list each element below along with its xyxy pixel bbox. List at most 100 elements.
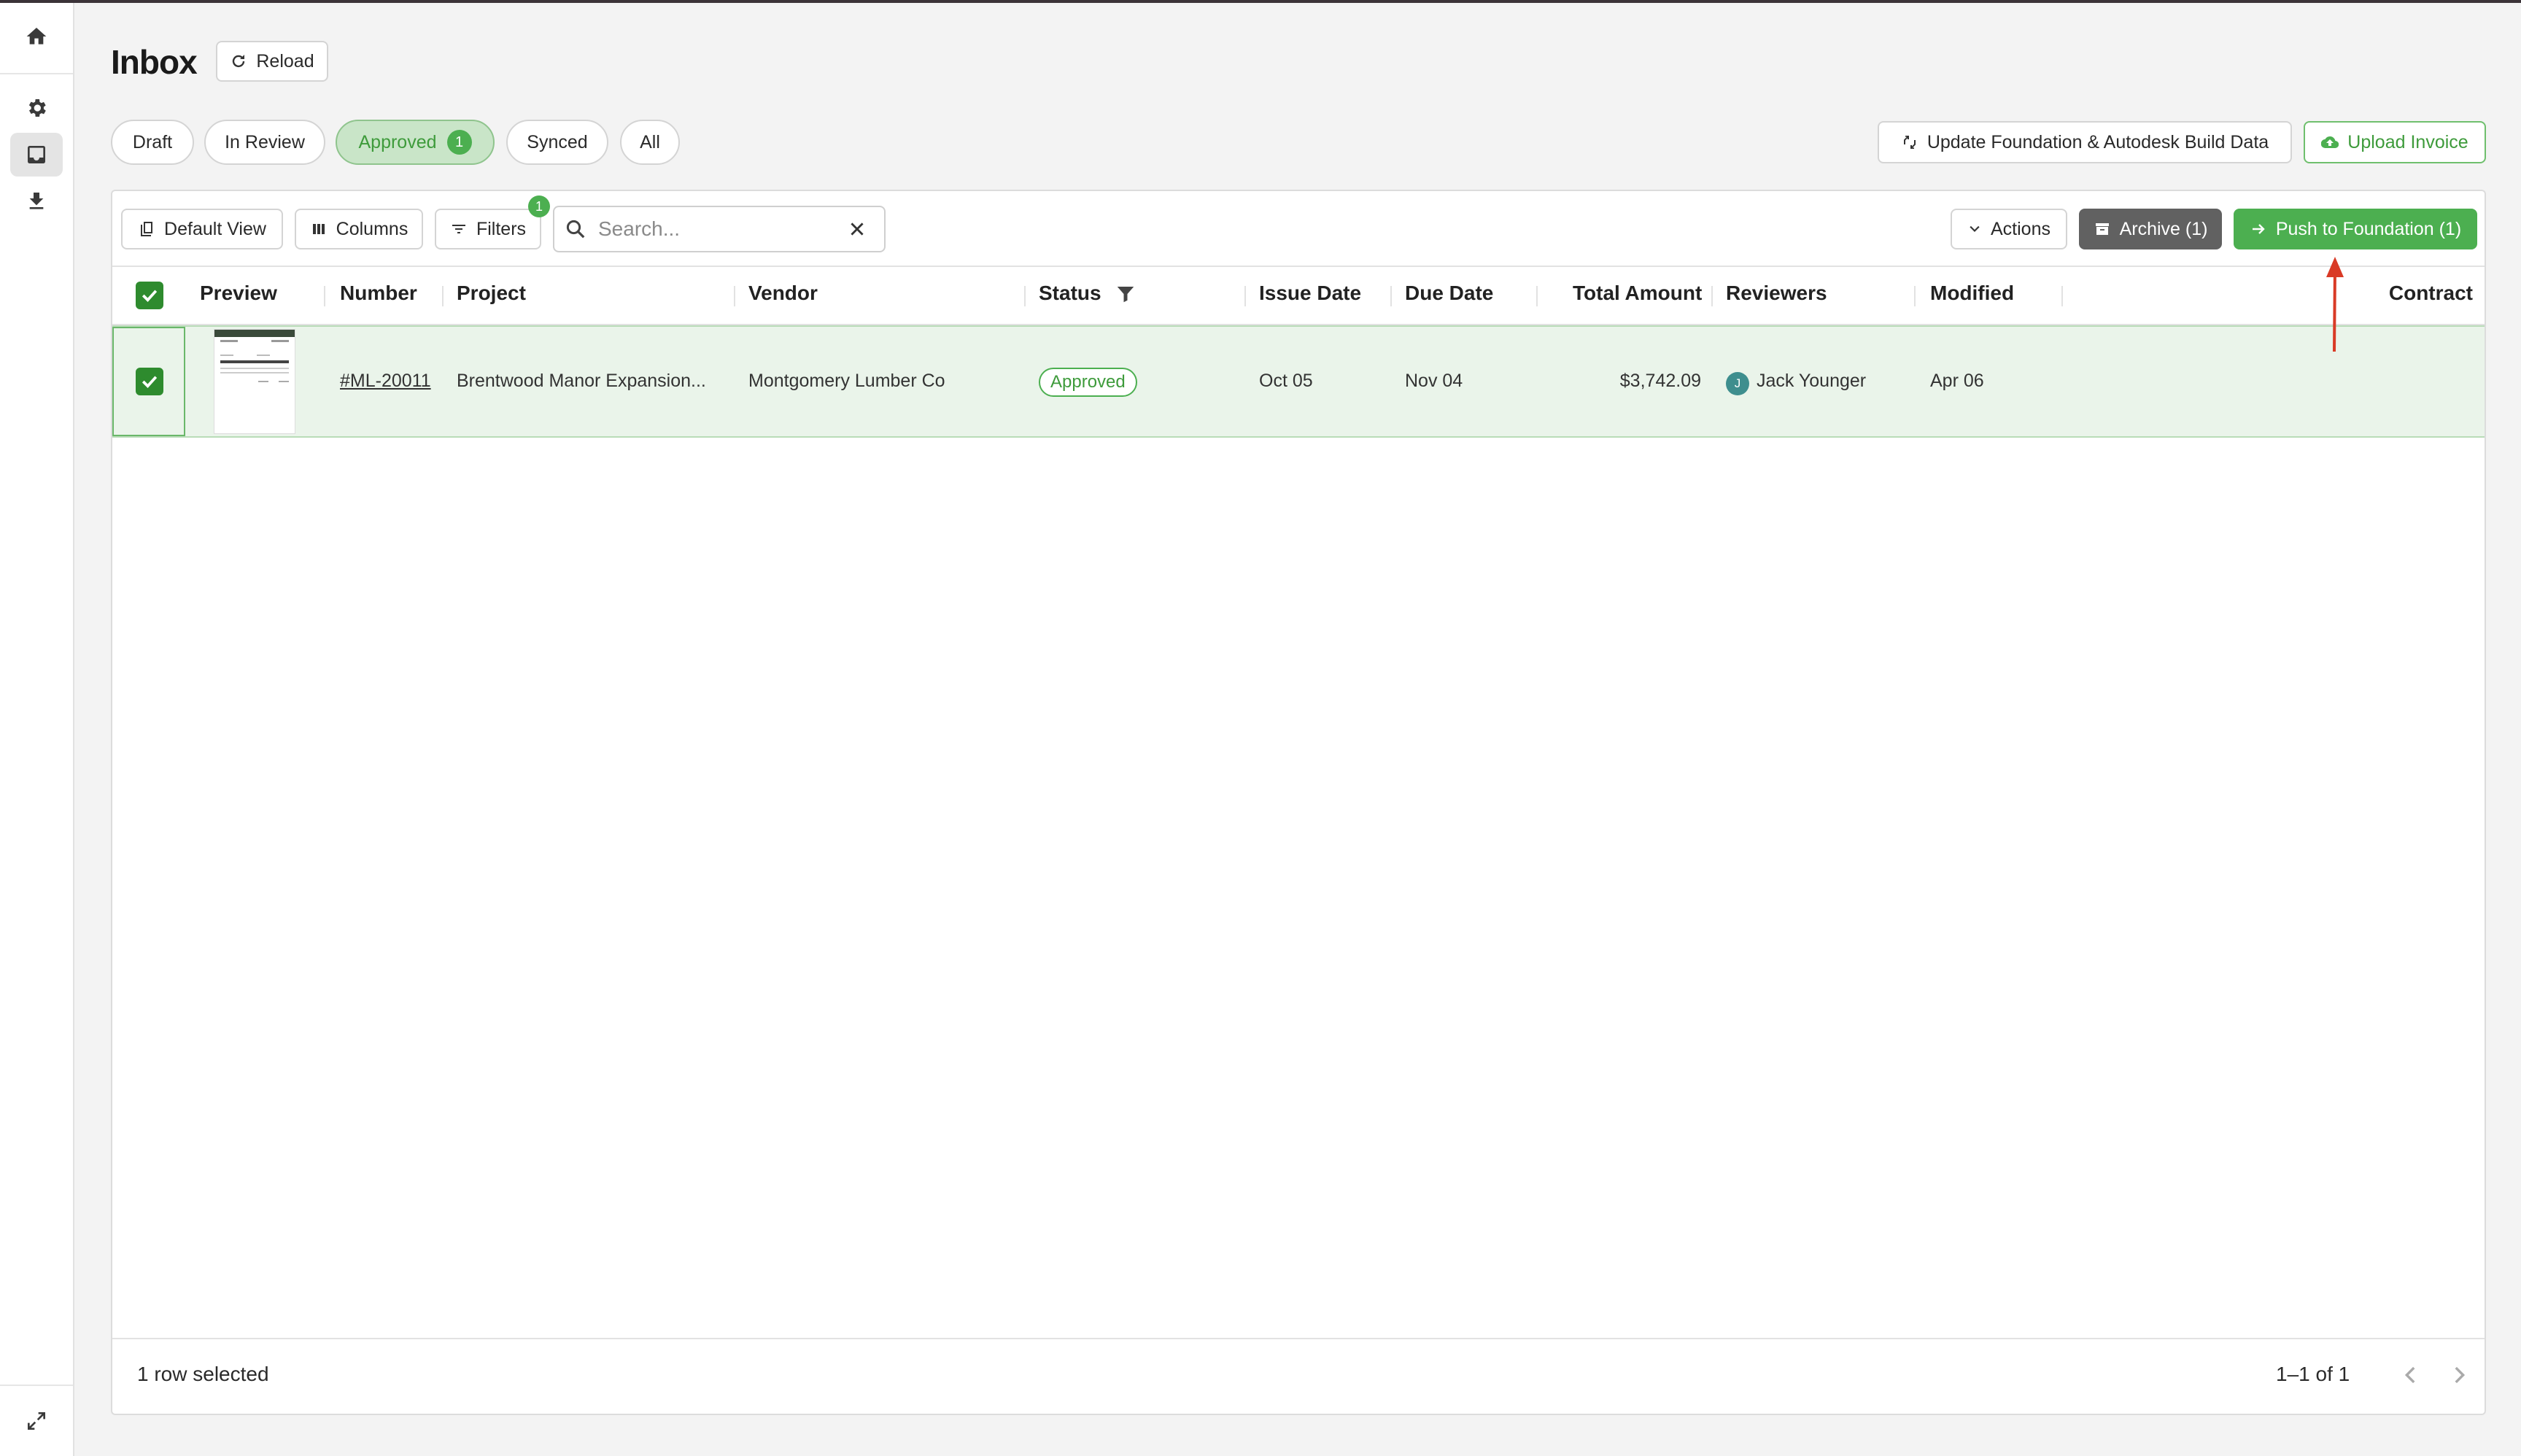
tab-in-review[interactable]: In Review [204,120,325,165]
column-separator [734,286,735,306]
due-date-cell: Nov 04 [1405,371,1463,391]
gear-icon [28,99,46,117]
column-header-preview[interactable]: Preview [200,282,277,305]
inbox-icon [28,146,45,163]
issue-date-cell: Oct 05 [1259,371,1313,391]
column-separator [1390,286,1392,306]
actions-button[interactable]: Actions [1951,209,2067,249]
archive-label: Archive (1) [2119,218,2208,239]
column-separator [1244,286,1246,306]
search-icon [566,220,585,239]
tab-draft-label: Draft [132,131,173,152]
column-header-reviewers[interactable]: Reviewers [1726,282,1827,305]
home-icon [26,28,47,44]
modified-cell: Apr 06 [1930,371,1984,391]
footer-divider [112,1338,2485,1339]
update-data-button[interactable]: Update Foundation & Autodesk Build Data [1878,121,2292,163]
check-icon [142,290,158,302]
filters-count-badge: 1 [528,195,550,217]
reload-label: Reload [256,50,314,71]
column-header-issue-date[interactable]: Issue Date [1259,282,1361,305]
view-icon [141,222,153,236]
total-amount-cell: $3,742.09 [1619,371,1701,391]
project-cell: Brentwood Manor Expansion... [457,371,706,391]
sidebar-divider [0,73,73,74]
archive-icon [2095,223,2109,235]
cloud-upload-icon [2321,136,2339,149]
arrow-right-icon [2252,224,2265,234]
check-icon [142,376,158,388]
column-header-number[interactable]: Number [340,282,417,305]
column-header-total-amount[interactable]: Total Amount [1573,282,1702,305]
status-filter-icon[interactable] [1115,283,1136,305]
invoice-number-link[interactable]: #ML-20011 [340,371,431,392]
update-data-label: Update Foundation & Autodesk Build Data [1926,131,2269,152]
row-checkbox[interactable] [136,368,163,395]
column-separator [324,286,325,306]
column-header-contract[interactable]: Contract [2353,282,2473,305]
document-thumbnail-icon [214,330,295,382]
pagination-info: 1–1 of 1 [2276,1363,2350,1385]
column-separator [1536,286,1538,306]
sidebar-item-settings[interactable] [10,86,63,130]
sync-data-icon [1903,136,1916,149]
search-input[interactable] [598,217,839,241]
upload-invoice-button[interactable]: Upload Invoice [2304,121,2486,163]
column-header-vendor[interactable]: Vendor [748,282,818,305]
upload-invoice-label: Upload Invoice [2347,131,2468,152]
tab-approved[interactable]: Approved 1 [336,120,495,165]
column-separator [1914,286,1916,306]
archive-button[interactable]: Archive (1) [2079,209,2222,249]
clear-search-icon[interactable] [848,220,867,239]
filters-button[interactable]: Filters [435,209,541,249]
selected-row-count: 1 row selected [137,1363,269,1385]
column-header-project[interactable]: Project [457,282,526,305]
expand-icon [28,1412,45,1430]
columns-button[interactable]: Columns [295,209,423,249]
tab-approved-label: Approved [358,131,437,152]
toolbar-divider [112,266,2485,267]
annotation-arrow-icon [2326,257,2344,352]
status-badge: Approved [1039,368,1137,397]
column-separator [1024,286,1026,306]
push-to-foundation-label: Push to Foundation (1) [2275,218,2462,239]
sidebar [0,3,74,1456]
columns-icon [312,224,325,234]
sidebar-item-inbox[interactable] [10,133,63,177]
tab-all[interactable]: All [620,120,680,165]
tab-approved-count: 1 [446,130,472,155]
default-view-button[interactable]: Default View [121,209,283,249]
column-separator [1711,286,1713,306]
columns-label: Columns [336,218,408,239]
default-view-label: Default View [164,218,266,239]
column-header-status[interactable]: Status [1039,282,1101,305]
sidebar-item-download[interactable] [10,179,63,223]
table-row[interactable]: #ML-20011 Brentwood Manor Expansion... M… [112,325,2485,438]
column-separator [442,286,444,306]
avatar: J [1726,372,1749,395]
column-header-modified[interactable]: Modified [1930,282,2014,305]
tab-in-review-label: In Review [225,131,305,152]
column-separator [2061,286,2063,306]
sidebar-item-home[interactable] [10,15,63,58]
tab-all-label: All [640,131,660,152]
invoice-preview-thumbnail[interactable] [214,330,295,433]
tab-synced-label: Synced [527,131,588,152]
tab-synced[interactable]: Synced [506,120,608,165]
column-header-due-date[interactable]: Due Date [1405,282,1493,305]
chevron-right-icon[interactable] [2447,1363,2471,1387]
select-all-checkbox[interactable] [136,282,163,309]
sidebar-expand-button[interactable] [10,1399,63,1443]
reviewer-name: Jack Younger [1757,371,1867,391]
reload-button[interactable]: Reload [216,41,328,82]
invoice-grid: Default View Columns Filters 1 Actions A… [111,190,2486,1415]
vendor-cell: Montgomery Lumber Co [748,371,945,391]
page-title: Inbox [111,43,198,81]
tab-draft[interactable]: Draft [111,120,194,165]
chevron-down-icon [1970,225,1980,233]
top-border [0,0,2521,3]
sidebar-divider [0,1385,73,1386]
push-to-foundation-button[interactable]: Push to Foundation (1) [2234,209,2477,249]
download-icon [29,193,44,209]
chevron-left-icon[interactable] [2398,1363,2423,1387]
